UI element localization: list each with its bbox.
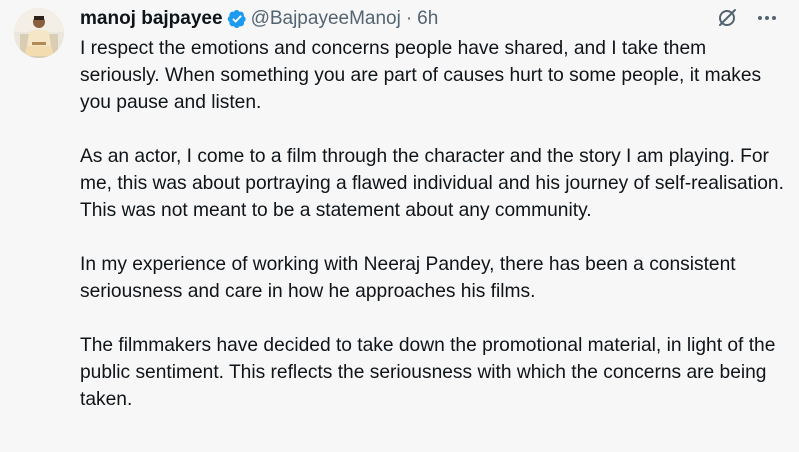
post-timestamp[interactable]: 6h	[417, 7, 438, 31]
grok-icon[interactable]	[715, 6, 739, 30]
author-display-name[interactable]: manoj bajpayee	[80, 7, 223, 31]
tweet-paragraph: As an actor, I come to a film through th…	[80, 146, 784, 221]
tweet-text: I respect the emotions and concerns peop…	[80, 35, 785, 440]
verified-badge-icon	[227, 9, 247, 29]
avatar[interactable]	[14, 8, 64, 58]
tweet-paragraph: In my experience of working with Neeraj …	[80, 254, 736, 302]
tweet-actions	[715, 6, 779, 30]
tweet-card: manoj bajpayee @BajpayeeManoj · 6h I res…	[0, 0, 799, 452]
more-icon[interactable]	[755, 6, 779, 30]
tweet-header: manoj bajpayee @BajpayeeManoj · 6h	[80, 7, 438, 31]
author-handle[interactable]: @BajpayeeManoj	[251, 7, 401, 31]
avatar-image	[14, 8, 64, 58]
tweet-paragraph: I respect the emotions and concerns peop…	[80, 38, 762, 113]
separator-dot: ·	[405, 8, 413, 29]
tweet-paragraph: The filmmakers have decided to take down…	[80, 335, 776, 410]
